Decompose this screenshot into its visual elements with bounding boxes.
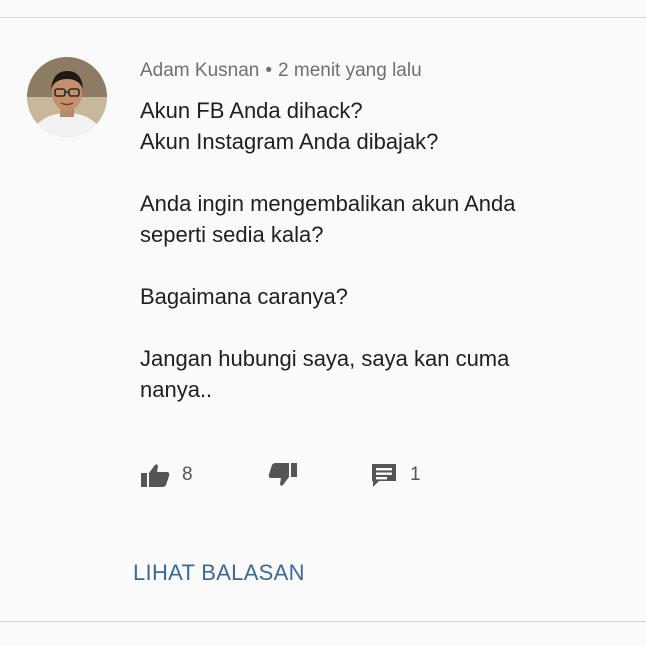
comment-paragraph: Bagaimana caranya? — [140, 281, 620, 312]
reply-button[interactable]: 1 — [370, 457, 421, 493]
comment-meta: Adam Kusnan • 2 menit yang lalu — [140, 60, 422, 82]
comment-line: seperti sedia kala? — [140, 222, 324, 247]
like-button[interactable]: 8 — [140, 457, 193, 493]
comment-paragraph: Akun FB Anda dihack? Akun Instagram Anda… — [140, 95, 620, 157]
comment-line: nanya.. — [140, 377, 213, 402]
comment-text: Akun FB Anda dihack? Akun Instagram Anda… — [140, 95, 620, 405]
comment-line: Akun FB Anda dihack? — [140, 98, 363, 123]
comment-icon — [370, 462, 398, 488]
comment-line: Akun Instagram Anda dibajak? — [140, 129, 439, 154]
comment-paragraph: Anda ingin mengembalikan akun Anda seper… — [140, 188, 620, 250]
dislike-button[interactable] — [268, 457, 298, 493]
bottom-divider — [0, 621, 646, 622]
comment-actions: 8 1 — [140, 457, 460, 493]
reply-count: 1 — [410, 464, 421, 485]
view-replies-button[interactable]: LIHAT BALASAN — [133, 560, 305, 586]
thumbs-down-icon — [268, 462, 298, 488]
thumbs-up-icon — [140, 462, 170, 488]
comment-paragraph: Jangan hubungi saya, saya kan cuma nanya… — [140, 343, 620, 405]
meta-separator: • — [265, 60, 273, 81]
comment-line: Anda ingin mengembalikan akun Anda — [140, 191, 516, 216]
author-name[interactable]: Adam Kusnan — [140, 60, 259, 81]
like-count: 8 — [182, 464, 193, 485]
user-avatar[interactable] — [27, 57, 107, 137]
comment-line: Jangan hubungi saya, saya kan cuma — [140, 346, 510, 371]
comment-timestamp: 2 menit yang lalu — [278, 60, 422, 81]
comment-line: Bagaimana caranya? — [140, 284, 348, 309]
